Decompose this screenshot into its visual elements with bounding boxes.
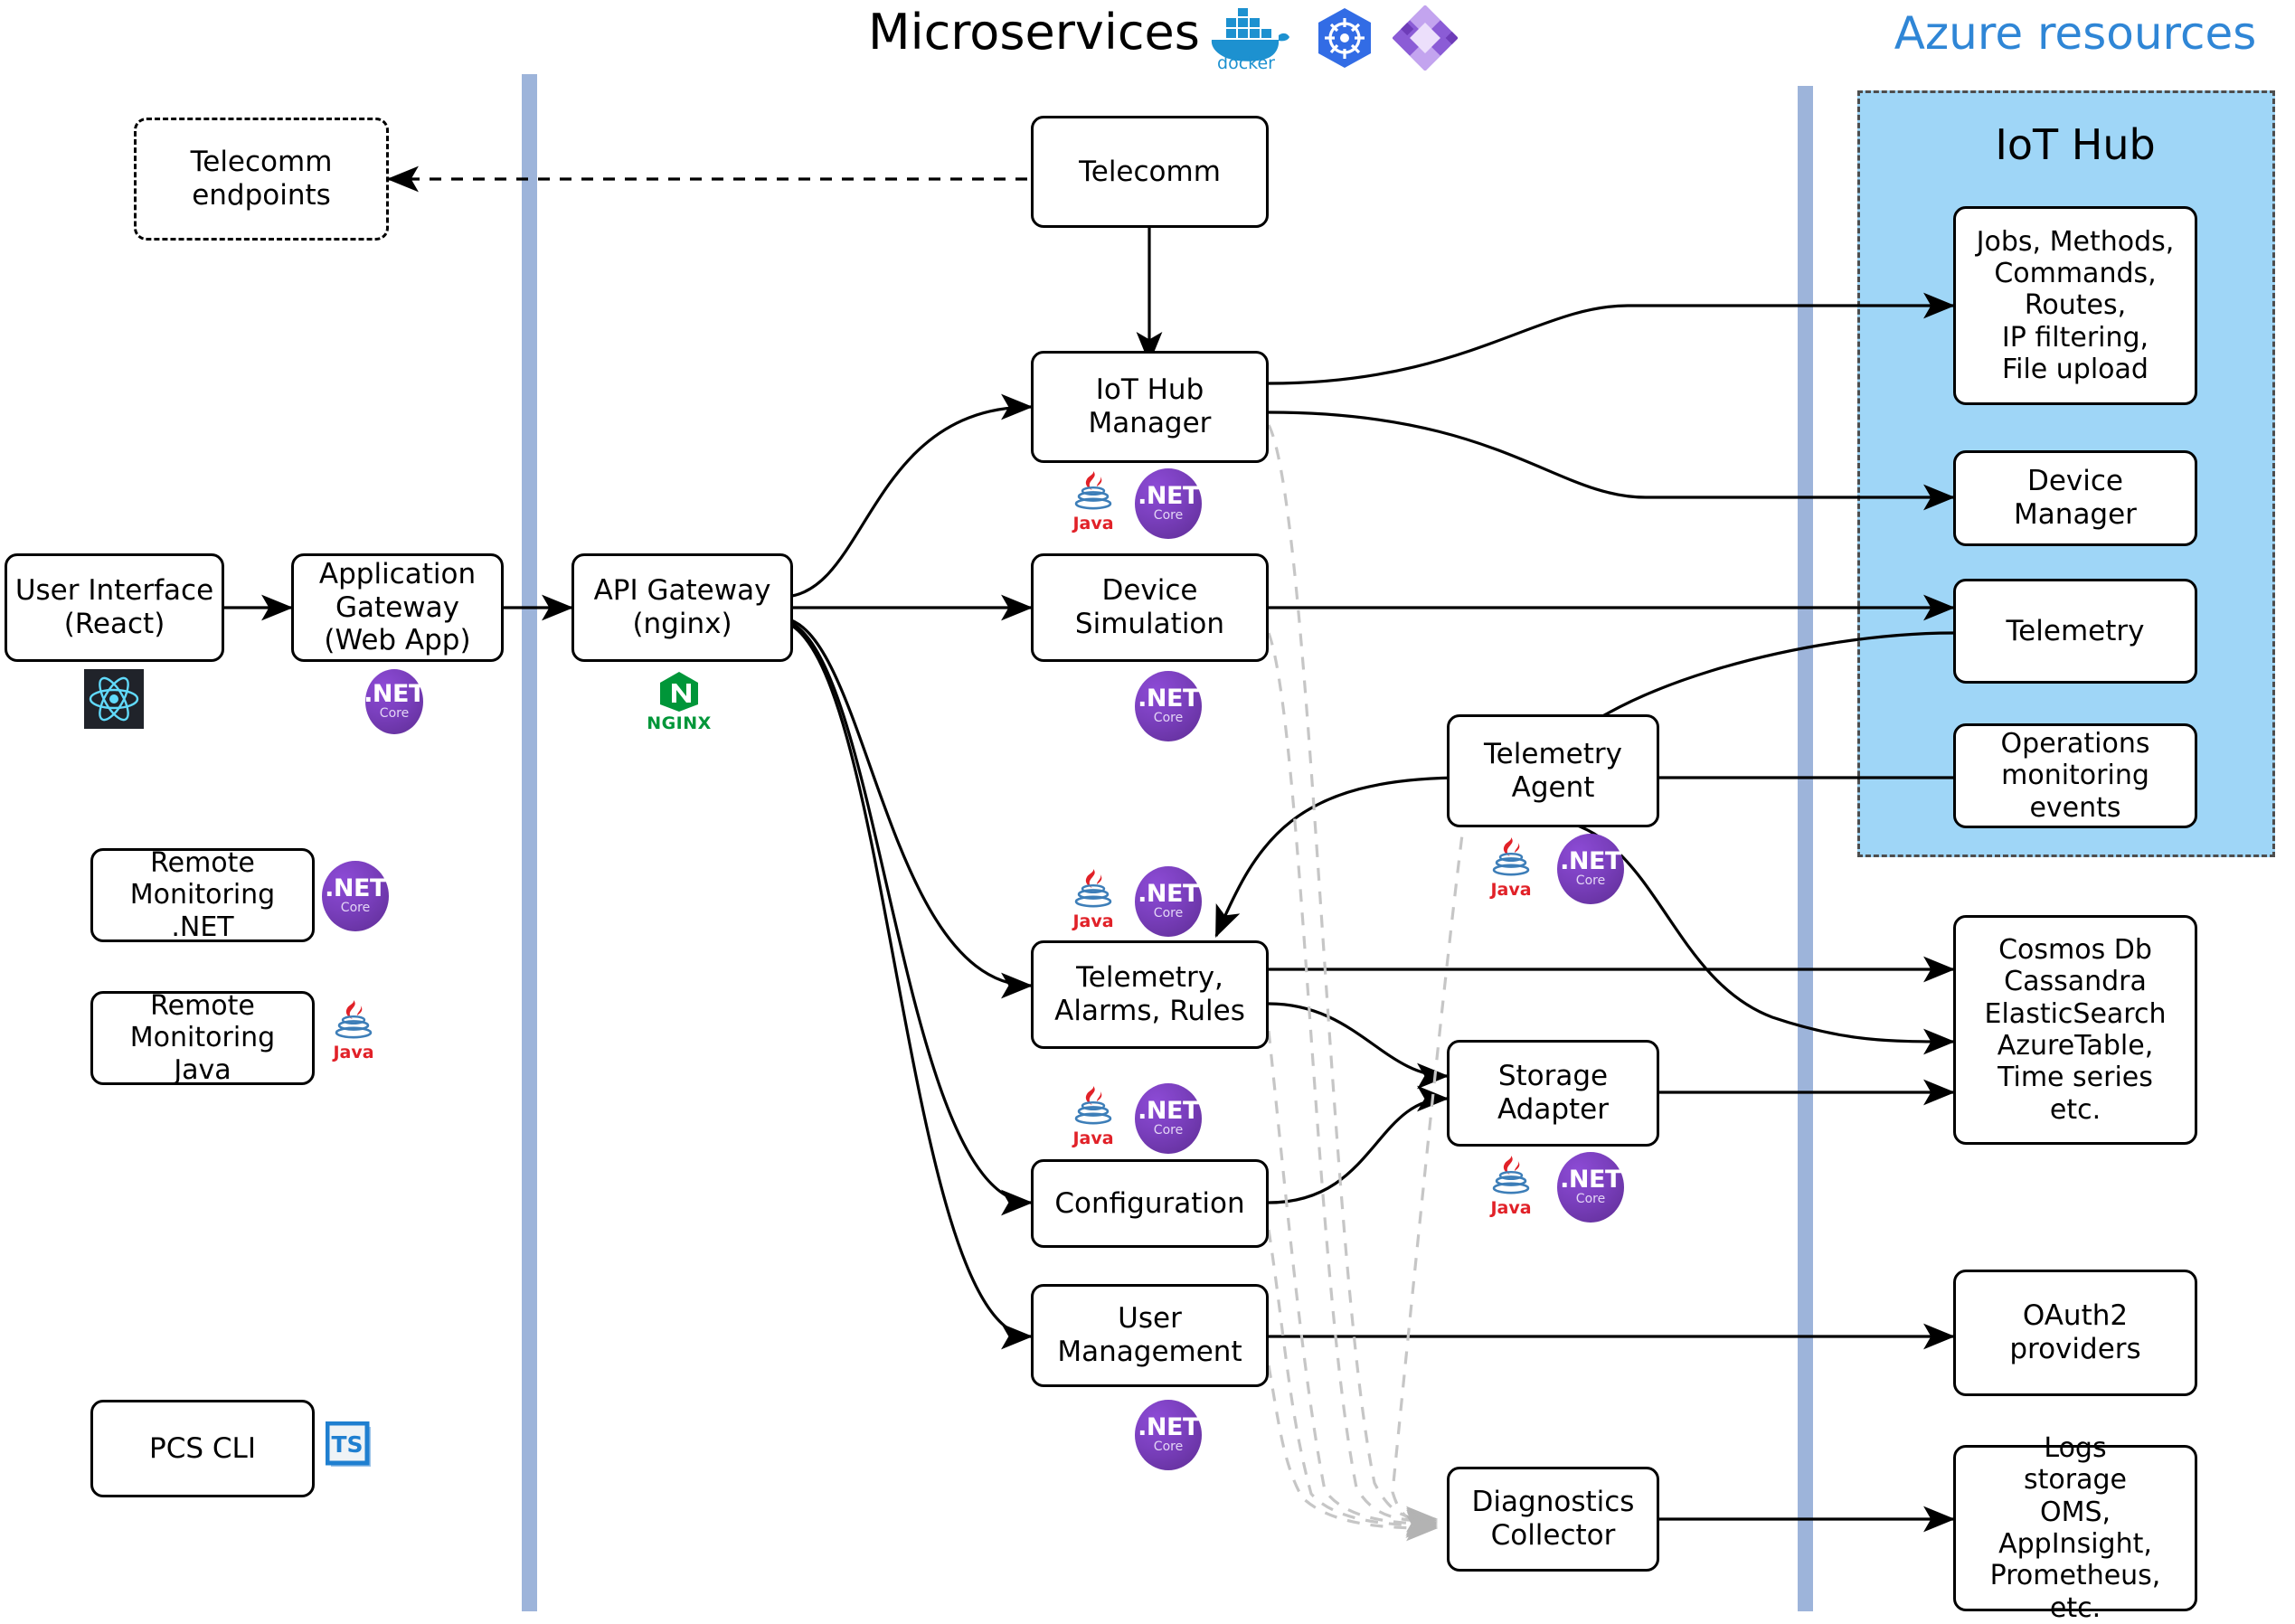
- dotnet-core-icon-remote-monitoring: .NET Core: [322, 861, 389, 931]
- node-oauth2-providers[interactable]: OAuth2 providers: [1953, 1270, 2197, 1396]
- dotnet-core-label: Core: [1153, 1122, 1184, 1138]
- typescript-icon: TS: [325, 1421, 376, 1472]
- dotnet-label: .NET: [364, 679, 425, 708]
- node-iot-hub-manager[interactable]: IoT Hub Manager: [1031, 351, 1269, 463]
- java-icon-remote-monitoring: Java: [326, 995, 382, 1062]
- dotnet-core-label: Core: [1575, 1191, 1606, 1206]
- dotnet-core-label: Core: [1575, 873, 1606, 888]
- architecture-diagram: Microservices docker Azure resources IoT…: [0, 0, 2295, 1624]
- node-api-gateway[interactable]: API Gateway (nginx): [571, 553, 793, 662]
- dotnet-core-label: Core: [1153, 710, 1184, 725]
- lane-divider-left: [522, 74, 537, 1611]
- dotnet-core-label: Core: [1153, 507, 1184, 523]
- node-device-manager[interactable]: Device Manager: [1953, 450, 2197, 546]
- node-jobs-methods-commands[interactable]: Jobs, Methods, Commands, Routes, IP filt…: [1953, 206, 2197, 405]
- node-logs-storage[interactable]: Logs storage OMS, AppInsight, Prometheus…: [1953, 1432, 2197, 1624]
- dotnet-core-icon-device-simulation: .NET Core: [1135, 671, 1202, 741]
- node-telemetry[interactable]: Telemetry: [1953, 579, 2197, 684]
- java-label: Java: [1072, 514, 1114, 533]
- react-icon: [84, 669, 144, 729]
- node-operations-monitoring-events[interactable]: Operations monitoring events: [1953, 723, 2197, 828]
- java-icon-iot-hub-manager: Java: [1065, 466, 1121, 533]
- node-telecomm[interactable]: Telecomm: [1031, 116, 1269, 228]
- node-diagnostics-collector[interactable]: Diagnostics Collector: [1447, 1467, 1659, 1572]
- node-cosmos-db[interactable]: Cosmos Db Cassandra ElasticSearch AzureT…: [1953, 915, 2197, 1145]
- lane-divider-right: [1798, 86, 1813, 1611]
- node-telecomm-endpoints[interactable]: Telecomm endpoints: [134, 118, 389, 241]
- java-icon-configuration: Java: [1065, 1081, 1121, 1147]
- node-device-simulation[interactable]: Device Simulation: [1031, 553, 1269, 662]
- java-icon-telemetry-agent: Java: [1483, 832, 1539, 899]
- dotnet-label: .NET: [1138, 1412, 1199, 1441]
- dotnet-core-icon-iot-hub-manager: .NET Core: [1135, 468, 1202, 539]
- dotnet-label: .NET: [1138, 1096, 1199, 1125]
- docker-icon: docker: [1199, 5, 1293, 73]
- java-label: Java: [1072, 1128, 1114, 1148]
- java-icon-storage-adapter: Java: [1483, 1150, 1539, 1217]
- dotnet-label: .NET: [1560, 846, 1621, 875]
- nginx-icon: NGINX: [644, 669, 714, 732]
- svg-text:docker: docker: [1217, 53, 1275, 71]
- node-user-management[interactable]: User Management: [1031, 1284, 1269, 1387]
- iot-hub-title: IoT Hub: [1995, 120, 2156, 169]
- nginx-label: NGINX: [647, 713, 712, 733]
- svg-text:TS: TS: [331, 1431, 363, 1458]
- dotnet-label: .NET: [1138, 684, 1199, 713]
- page-title-azure: Azure resources: [1894, 7, 2257, 60]
- java-label: Java: [1490, 1198, 1532, 1218]
- java-label: Java: [333, 1043, 374, 1062]
- node-application-gateway[interactable]: Application Gateway (Web App): [291, 553, 504, 662]
- dotnet-core-icon-configuration: .NET Core: [1135, 1083, 1202, 1154]
- dotnet-label: .NET: [1138, 481, 1199, 510]
- dotnet-core-icon-storage-adapter: .NET Core: [1557, 1152, 1624, 1223]
- dotnet-core-icon-app-gateway: .NET Core: [364, 669, 425, 734]
- helm-icon: [1392, 5, 1459, 71]
- dotnet-core-label: Core: [379, 705, 410, 721]
- node-telemetry-agent[interactable]: Telemetry Agent: [1447, 714, 1659, 827]
- dotnet-core-label: Core: [340, 900, 371, 915]
- dotnet-label: .NET: [325, 873, 386, 902]
- dotnet-core-icon-telemetry-alarms-rules: .NET Core: [1135, 866, 1202, 937]
- dotnet-label: .NET: [1560, 1165, 1621, 1194]
- dotnet-core-icon-telemetry-agent: .NET Core: [1557, 834, 1624, 904]
- node-telemetry-alarms-rules[interactable]: Telemetry, Alarms, Rules: [1031, 940, 1269, 1049]
- dotnet-core-label: Core: [1153, 1439, 1184, 1454]
- page-title-microservices: Microservices: [868, 4, 1200, 61]
- java-icon-telemetry-alarms-rules: Java: [1065, 864, 1121, 930]
- dotnet-label: .NET: [1138, 879, 1199, 908]
- dotnet-core-icon-user-management: .NET Core: [1135, 1400, 1202, 1470]
- node-storage-adapter[interactable]: Storage Adapter: [1447, 1040, 1659, 1147]
- node-pcs-cli[interactable]: PCS CLI: [90, 1400, 315, 1497]
- node-user-interface[interactable]: User Interface (React): [5, 553, 224, 662]
- dotnet-core-label: Core: [1153, 905, 1184, 921]
- java-label: Java: [1490, 880, 1532, 900]
- kubernetes-icon: [1313, 5, 1376, 71]
- node-remote-monitoring-net[interactable]: Remote Monitoring .NET: [90, 847, 315, 943]
- node-remote-monitoring-java[interactable]: Remote Monitoring Java: [90, 990, 315, 1086]
- node-configuration[interactable]: Configuration: [1031, 1159, 1269, 1248]
- java-label: Java: [1072, 911, 1114, 931]
